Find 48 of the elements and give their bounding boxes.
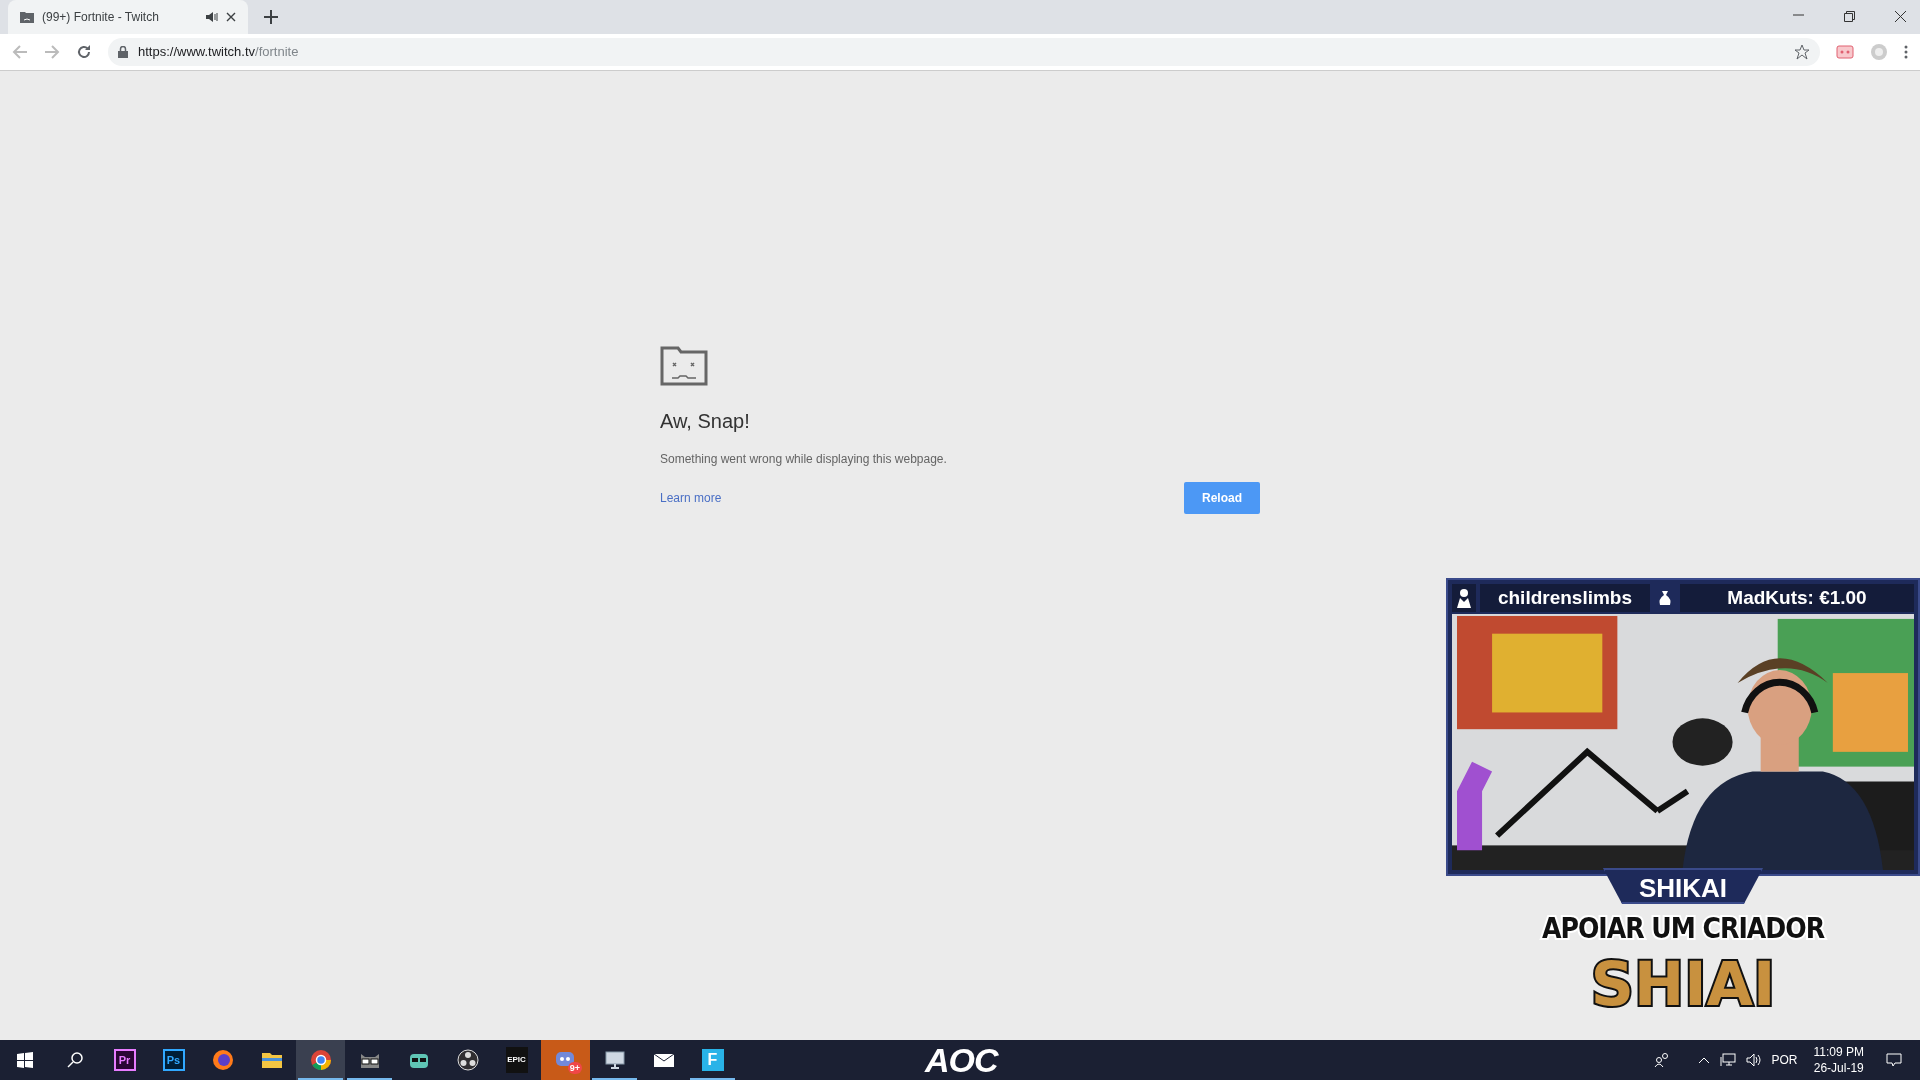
error-title: Aw, Snap! bbox=[660, 409, 751, 434]
chevron-up-icon[interactable] bbox=[1697, 1056, 1710, 1064]
new-tab-icon[interactable] bbox=[264, 10, 278, 24]
address-bar[interactable]: https://www.twitch.tv/fortnite bbox=[108, 38, 1820, 66]
volume-icon[interactable] bbox=[1745, 1053, 1762, 1067]
channel-banner: SHIKAI bbox=[1602, 868, 1764, 904]
restore-icon[interactable] bbox=[1844, 11, 1855, 22]
obs-app-icon bbox=[455, 1048, 480, 1072]
close-window-icon[interactable] bbox=[1895, 11, 1906, 22]
sad-folder-icon bbox=[20, 11, 34, 23]
sad-folder-icon bbox=[660, 346, 708, 386]
taskbar-app[interactable]: 9+ bbox=[541, 1040, 590, 1080]
premiere-app-icon: Pr bbox=[113, 1049, 136, 1071]
monitor-app-icon bbox=[602, 1048, 627, 1072]
people-icon[interactable] bbox=[1653, 1052, 1670, 1068]
menu-icon[interactable] bbox=[1904, 45, 1908, 59]
learn-more-link[interactable]: Learn more bbox=[660, 489, 722, 507]
notifications-icon[interactable] bbox=[1886, 1053, 1902, 1067]
start-icon[interactable] bbox=[17, 1052, 33, 1068]
reload-icon[interactable] bbox=[76, 44, 92, 60]
url-text: https://www.twitch.tv/fortnite bbox=[138, 43, 299, 62]
donation-text: MadKuts: €1.00 bbox=[1680, 584, 1914, 612]
creator-code: SHIAI bbox=[1590, 950, 1776, 1018]
browser-tab[interactable]: (99+) Fortnite - Twitch bbox=[8, 0, 248, 34]
chrome-app-icon bbox=[308, 1048, 333, 1072]
taskbar-app[interactable]: EPIC bbox=[492, 1040, 541, 1080]
error-message: Something went wrong while displaying this webpage. bbox=[660, 451, 948, 468]
epic-games-app-icon: EPIC bbox=[505, 1047, 528, 1073]
bookmark-star-icon[interactable] bbox=[1794, 44, 1810, 60]
taskbar-app[interactable]: Ps bbox=[149, 1040, 198, 1080]
support-creator-caption: APOIAR UM CRIADOR bbox=[1541, 911, 1825, 947]
firefox-app-icon bbox=[210, 1048, 235, 1072]
clock[interactable]: 11:09 PM 26-Jul-19 bbox=[1813, 1044, 1864, 1076]
fortnite-app-icon: F bbox=[701, 1049, 724, 1071]
notification-badge: 9+ bbox=[567, 1062, 582, 1074]
extension-icon[interactable] bbox=[1836, 44, 1854, 60]
follower-name: childrenslimbs bbox=[1480, 584, 1650, 612]
search-icon[interactable] bbox=[67, 1052, 83, 1068]
tab-title: (99+) Fortnite - Twitch bbox=[42, 9, 160, 26]
language-indicator[interactable]: POR bbox=[1771, 1051, 1798, 1069]
close-icon[interactable] bbox=[226, 12, 236, 22]
taskbar-app[interactable]: Pr bbox=[100, 1040, 149, 1080]
photoshop-app-icon: Ps bbox=[162, 1049, 185, 1071]
lock-icon bbox=[118, 46, 128, 58]
monitor-logo: AOC bbox=[925, 1042, 998, 1078]
speaker-icon[interactable] bbox=[206, 12, 218, 22]
follower-icon bbox=[1452, 584, 1476, 612]
network-icon[interactable] bbox=[1719, 1053, 1736, 1067]
